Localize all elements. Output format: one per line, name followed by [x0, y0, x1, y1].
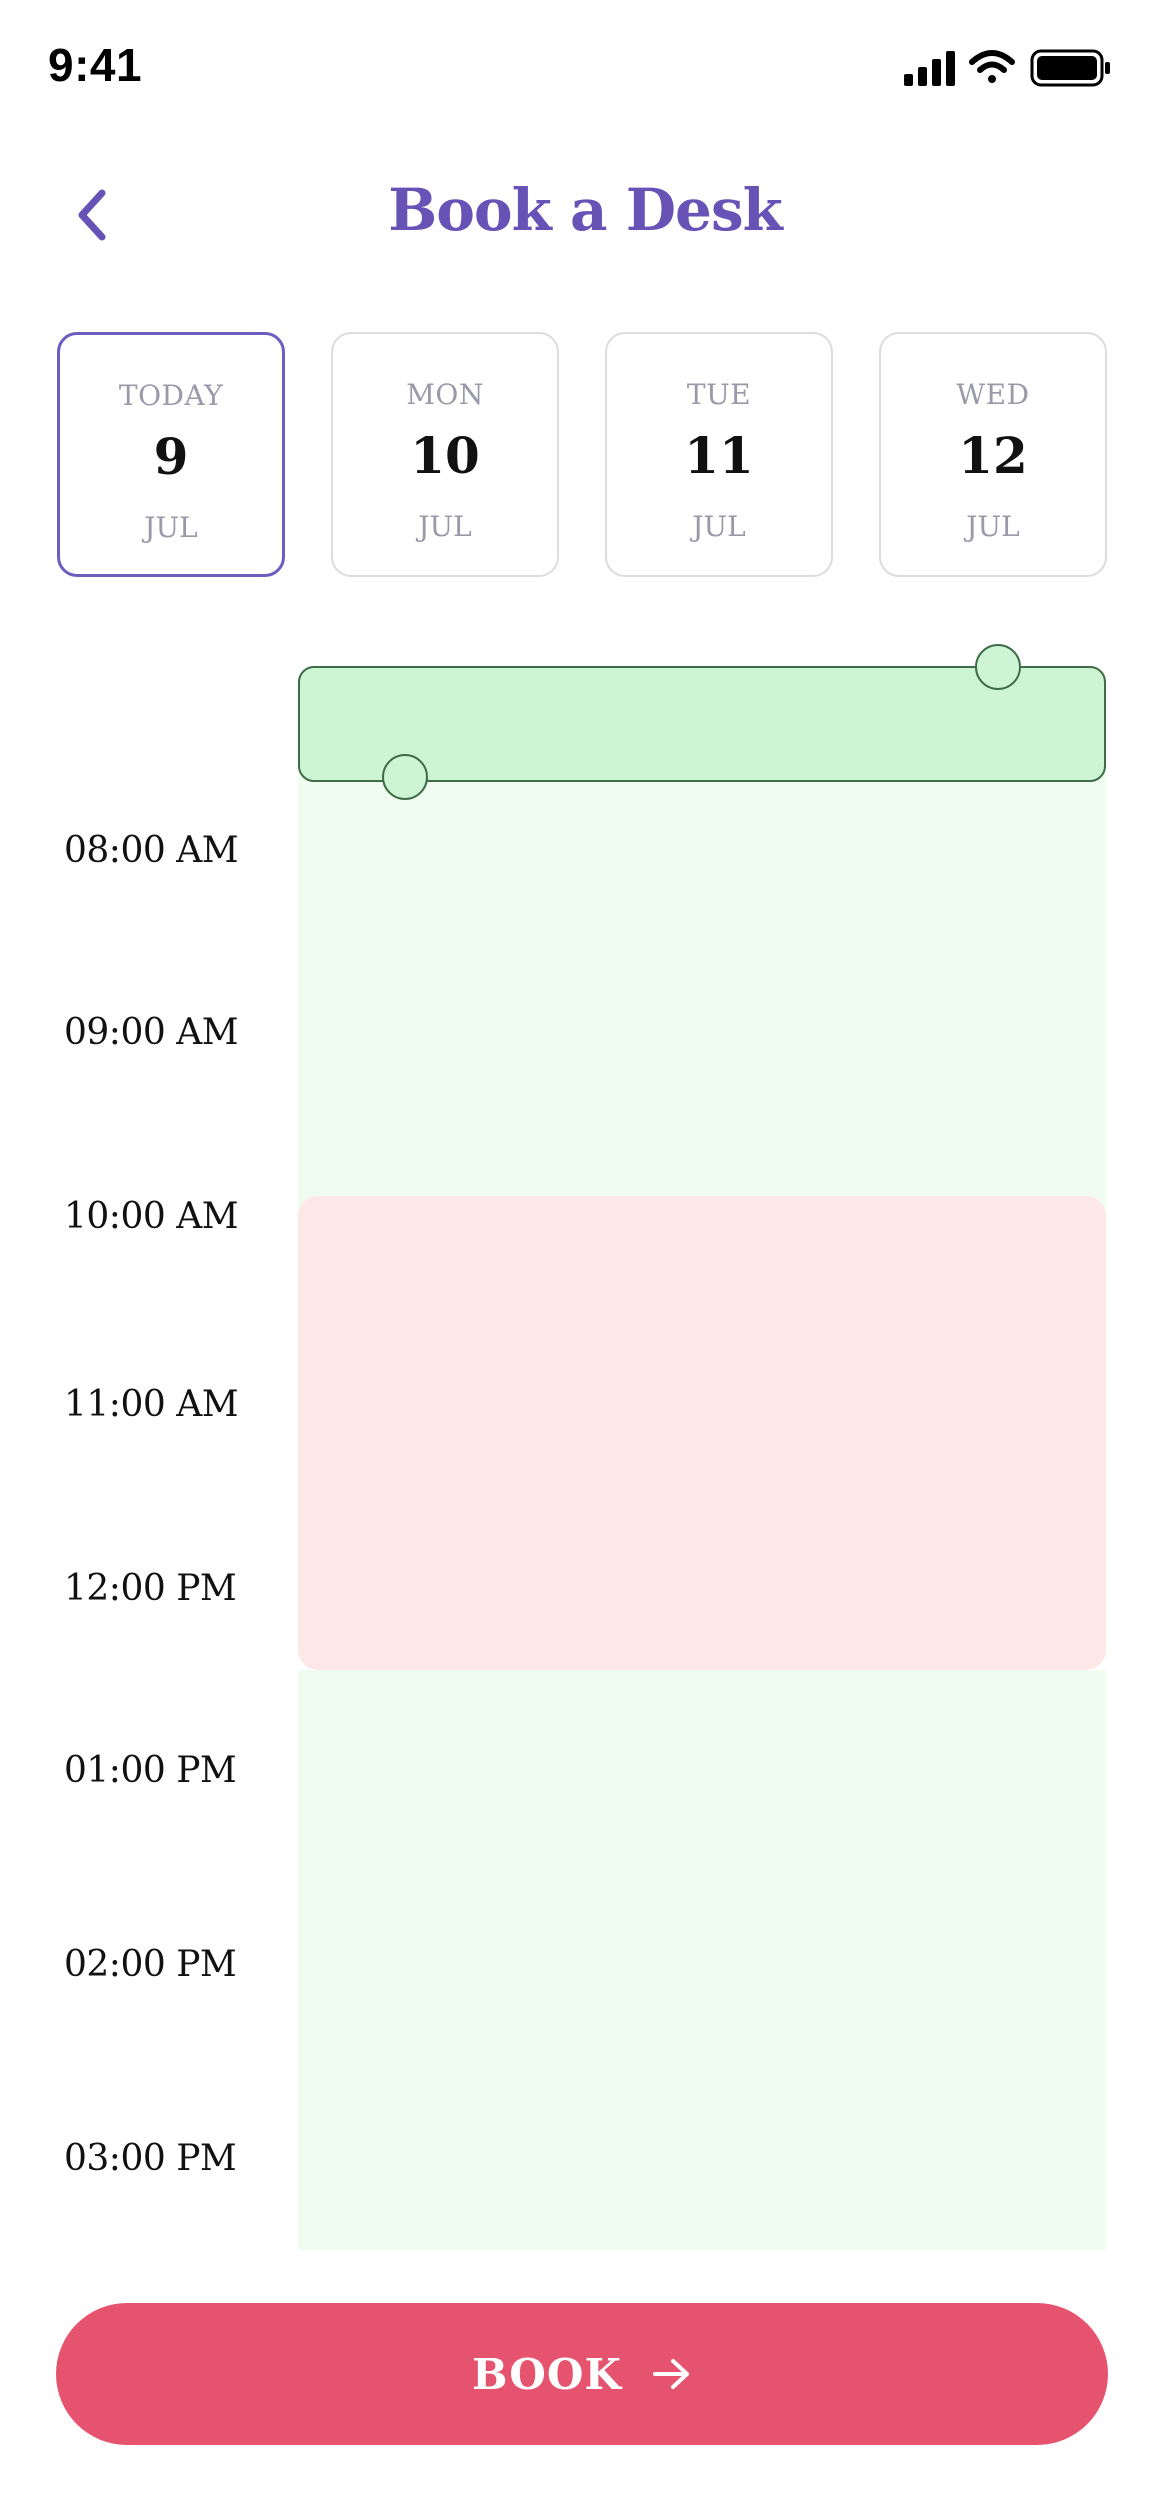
- date-card-tue[interactable]: TUE 11 JUL: [605, 332, 833, 577]
- time-label: 12:00 PM: [64, 1568, 237, 1609]
- date-month: JUL: [966, 510, 1020, 543]
- date-dow: TUE: [686, 378, 752, 411]
- book-button[interactable]: BOOK: [56, 2303, 1108, 2445]
- date-dow: TODAY: [118, 379, 224, 412]
- date-month: JUL: [144, 511, 198, 544]
- date-day: 12: [958, 426, 1028, 485]
- date-card-mon[interactable]: MON 10 JUL: [331, 332, 559, 577]
- date-dow: MON: [406, 378, 484, 411]
- time-label: 10:00 AM: [64, 1196, 239, 1237]
- book-button-label: BOOK: [472, 2349, 622, 2399]
- time-label: 11:00 AM: [64, 1384, 239, 1425]
- date-month: JUL: [418, 510, 472, 543]
- time-label: 03:00 PM: [64, 2138, 237, 2179]
- status-time: 9:41: [48, 39, 143, 91]
- date-dow: WED: [956, 378, 1030, 411]
- selection-end-handle[interactable]: [975, 644, 1021, 690]
- date-card-today[interactable]: TODAY 9 JUL: [57, 332, 285, 577]
- time-label: 02:00 PM: [64, 1944, 237, 1985]
- selection-start-handle[interactable]: [382, 754, 428, 800]
- page-title: Book a Desk: [388, 176, 783, 244]
- time-label: 08:00 AM: [64, 830, 239, 871]
- date-card-wed[interactable]: WED 12 JUL: [879, 332, 1107, 577]
- wifi-icon: [969, 50, 1015, 83]
- arrow-right-icon: [652, 2359, 689, 2389]
- battery-icon: [1030, 49, 1110, 87]
- signal-icon: [904, 51, 955, 86]
- date-day: 9: [153, 427, 189, 486]
- date-day: 10: [410, 426, 480, 485]
- unavailable-slot: [298, 1196, 1106, 1670]
- available-slot-afternoon[interactable]: [298, 1670, 1106, 2250]
- status-icons: [904, 49, 1110, 87]
- time-label: 09:00 AM: [64, 1012, 239, 1053]
- date-month: JUL: [692, 510, 746, 543]
- time-label: 01:00 PM: [64, 1750, 237, 1791]
- schedule-timeline: 08:00 AM 09:00 AM 10:00 AM 11:00 AM 12:0…: [0, 640, 1170, 2250]
- date-day: 11: [684, 426, 754, 485]
